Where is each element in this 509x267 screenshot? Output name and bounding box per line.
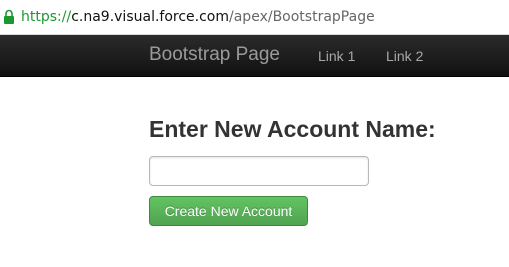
url-scheme: https:// (21, 9, 72, 25)
url-path: /apex/BootstrapPage (229, 9, 375, 25)
nav-link-2[interactable]: Link 2 (386, 47, 423, 65)
page-heading: Enter New Account Name: (149, 116, 436, 142)
lock-icon (3, 9, 15, 25)
navbar-brand[interactable]: Bootstrap Page (149, 44, 280, 66)
create-account-button[interactable]: Create New Account (149, 196, 308, 226)
top-navbar: Bootstrap Page Link 1 Link 2 (0, 35, 509, 77)
url-text[interactable]: https://c.na9.visual.force.com/apex/Boot… (21, 8, 375, 26)
url-host: c.na9.visual.force.com (71, 9, 230, 25)
account-name-input[interactable] (149, 156, 369, 186)
address-bar[interactable]: https://c.na9.visual.force.com/apex/Boot… (0, 0, 509, 35)
nav-link-1[interactable]: Link 1 (318, 47, 355, 65)
